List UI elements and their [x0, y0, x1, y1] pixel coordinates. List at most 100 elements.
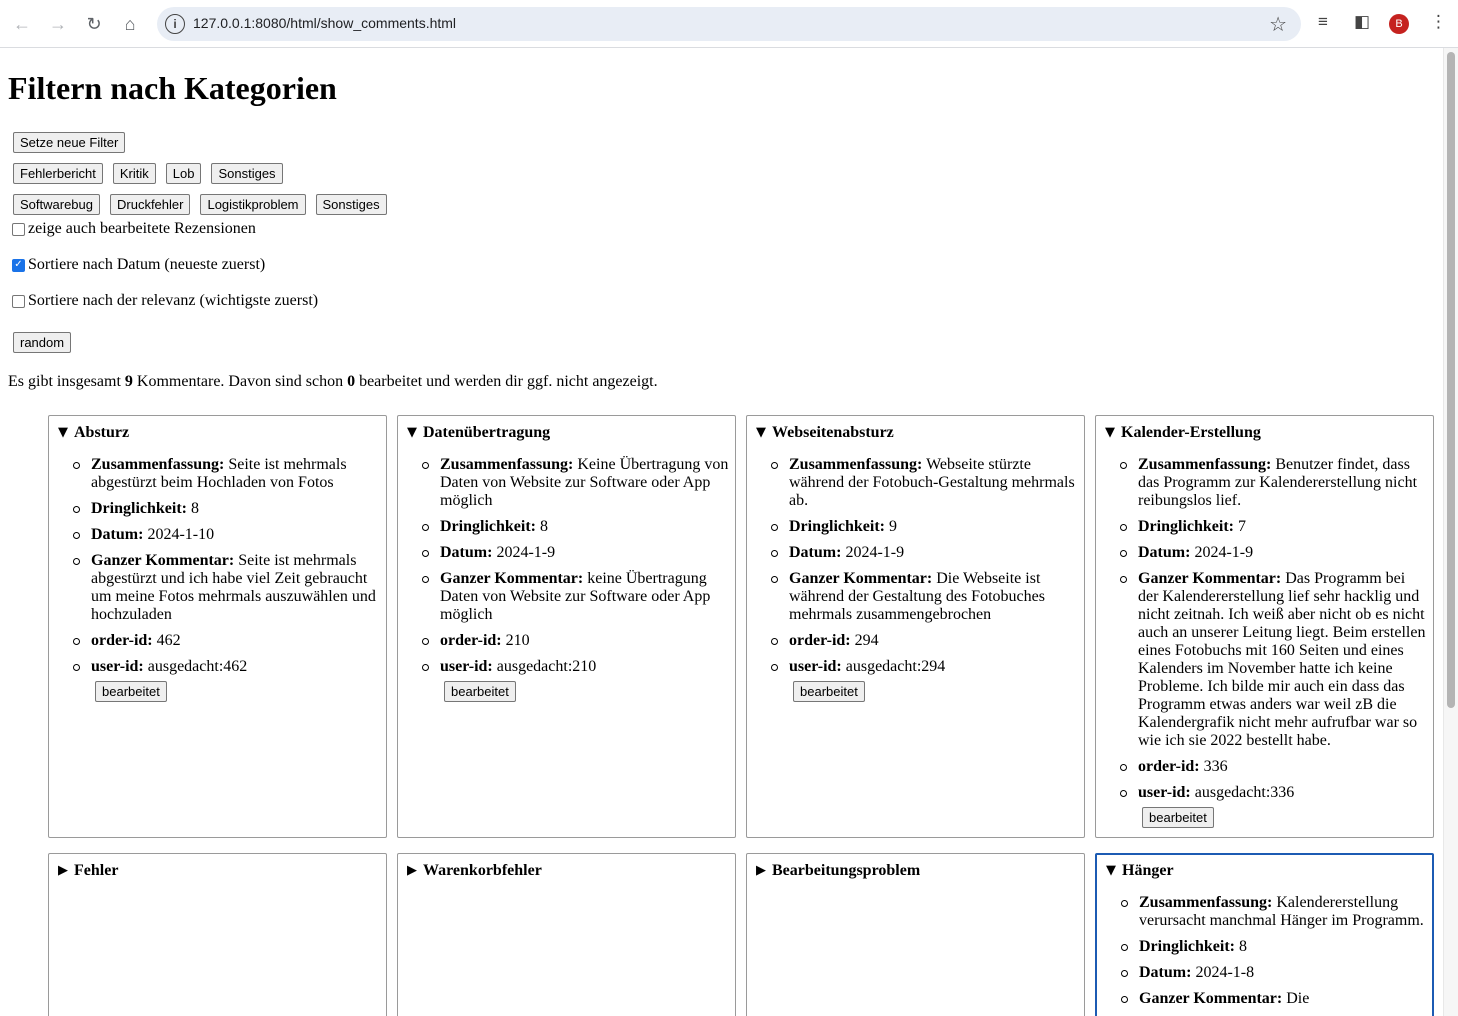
- card-order-id-item: order-id: 294: [771, 632, 1084, 650]
- card-urgency-item: Dringlichkeit: 9: [771, 518, 1084, 536]
- card-title: Hänger: [1122, 862, 1174, 879]
- summary-text-3: bearbeitet und werden dir ggf. nicht ang…: [355, 373, 658, 390]
- subcategory-button-druckfehler[interactable]: Druckfehler: [110, 194, 191, 215]
- user-id-label: user-id:: [1138, 784, 1191, 801]
- show-edited-option: zeige auch bearbeitete Rezensionen: [8, 220, 1435, 238]
- card-full-comment-item: Ganzer Kommentar: Die Webseite ist währe…: [771, 570, 1084, 624]
- order-id-label: order-id:: [789, 632, 851, 649]
- date-label: Datum:: [440, 544, 493, 561]
- sort-relevance-checkbox[interactable]: [12, 294, 25, 308]
- card-summary-item: Zusammenfassung: Benutzer findet, dass d…: [1120, 456, 1433, 510]
- mark-edited-button[interactable]: bearbeitet: [793, 681, 865, 703]
- forward-arrow-icon[interactable]: →: [44, 10, 72, 38]
- comment-card: ▼ Hänger Zusammenfassung: Kalendererstell…: [1095, 853, 1434, 1016]
- page-title: Filtern nach Kategorien: [8, 70, 337, 106]
- order-id-label: order-id:: [1138, 758, 1200, 775]
- page-scrollbar[interactable]: [1443, 48, 1458, 1016]
- card-details-list: Zusammenfassung: Benutzer findet, dass d…: [1096, 456, 1433, 802]
- urgency-value: 8: [540, 518, 548, 535]
- card-user-id-item: user-id: ausgedacht:462: [73, 658, 386, 676]
- card-summary-toggle[interactable]: ▼ Hänger: [1106, 862, 1432, 880]
- urgency-label: Dringlichkeit:: [789, 518, 885, 535]
- card-full-comment-item: Ganzer Kommentar: Seite ist mehrmals abg…: [73, 552, 386, 624]
- date-label: Datum:: [789, 544, 842, 561]
- mark-edited-button[interactable]: bearbeitet: [444, 681, 516, 703]
- user-id-value: ausgedacht:336: [1194, 784, 1295, 801]
- card-date-item: Datum: 2024-1-8: [1121, 964, 1432, 982]
- card-title: Datenübertragung: [423, 424, 551, 441]
- card-date-item: Datum: 2024-1-9: [1120, 544, 1433, 562]
- urgency-value: 8: [1239, 938, 1247, 955]
- card-summary-item: Zusammenfassung: Kalendererstellung veru…: [1121, 894, 1432, 930]
- card-full-comment-item: Ganzer Kommentar: Das Programm bei der K…: [1120, 570, 1433, 750]
- category-button-fehlerbericht[interactable]: Fehlerbericht: [13, 163, 103, 184]
- kebab-menu-icon[interactable]: ⋮: [1430, 12, 1447, 32]
- category-button-sonstiges[interactable]: Sonstiges: [211, 163, 283, 184]
- subcategory-button-logistikproblem[interactable]: Logistikproblem: [200, 194, 306, 215]
- side-panel-icon[interactable]: ◧: [1354, 12, 1370, 32]
- summary-text-2: Kommentare. Davon sind schon: [132, 373, 348, 390]
- card-summary-toggle[interactable]: ▼ Webseitenabsturz: [756, 424, 1084, 442]
- date-value: 2024-1-10: [147, 526, 215, 543]
- order-id-label: order-id:: [440, 632, 502, 649]
- show-edited-label: zeige auch bearbeitete Rezensionen: [28, 220, 256, 237]
- show-edited-checkbox[interactable]: [12, 222, 25, 236]
- mark-edited-button[interactable]: bearbeitet: [1142, 807, 1214, 829]
- date-value: 2024-1-9: [496, 544, 556, 561]
- card-details-list: Zusammenfassung: Keine Übertragung von D…: [398, 456, 735, 676]
- home-icon[interactable]: ⌂: [116, 10, 144, 38]
- comment-card: ▼ Absturz Zusammenfassung: Seite ist mehr…: [48, 415, 387, 838]
- urgency-value: 8: [191, 500, 199, 517]
- card-summary-toggle[interactable]: ▼ Absturz: [58, 424, 386, 442]
- scrollbar-thumb[interactable]: [1447, 52, 1455, 708]
- category-button-kritik[interactable]: Kritik: [112, 163, 156, 184]
- expanded-triangle-icon: ▼: [1105, 425, 1115, 440]
- card-user-id-item: user-id: ausgedacht:210: [422, 658, 735, 676]
- full-comment-label: Ganzer Kommentar:: [789, 570, 933, 587]
- summary-label: Zusammenfassung:: [1138, 456, 1272, 473]
- card-summary-toggle[interactable]: ▼ Datenübertragung: [407, 424, 735, 442]
- comment-card: ▶ Fehler: [48, 853, 387, 1016]
- summary-label: Zusammenfassung:: [440, 456, 574, 473]
- card-summary-toggle[interactable]: ▼ Kalender-Erstellung: [1105, 424, 1433, 442]
- urgency-value: 9: [889, 518, 897, 535]
- collapsed-triangle-icon: ▶: [58, 863, 68, 878]
- site-info-icon[interactable]: i: [165, 14, 185, 34]
- user-id-value: ausgedacht:210: [496, 658, 597, 675]
- sort-date-checkbox[interactable]: ✓: [12, 258, 25, 272]
- urgency-value: 7: [1238, 518, 1246, 535]
- random-row: random: [8, 332, 1435, 353]
- comment-card: ▶ Warenkorbfehler: [397, 853, 736, 1016]
- card-summary-toggle[interactable]: ▶ Warenkorbfehler: [407, 862, 735, 880]
- card-summary-toggle[interactable]: ▶ Bearbeitungsproblem: [756, 862, 1084, 880]
- category-button-lob[interactable]: Lob: [165, 163, 202, 184]
- profile-avatar[interactable]: B: [1389, 14, 1409, 34]
- back-arrow-icon[interactable]: ←: [8, 10, 36, 38]
- bookmark-star-icon[interactable]: ☆: [1269, 12, 1287, 37]
- subcategory-button-softwarebug[interactable]: Softwarebug: [13, 194, 100, 215]
- card-title: Bearbeitungsproblem: [772, 862, 921, 879]
- reload-icon[interactable]: ↻: [80, 10, 108, 38]
- card-order-id-item: order-id: 210: [422, 632, 735, 650]
- media-controls-icon[interactable]: ≡: [1318, 12, 1328, 32]
- card-details-list: Zusammenfassung: Kalendererstellung veru…: [1097, 894, 1432, 1008]
- sort-date-label: Sortiere nach Datum (neueste zuerst): [28, 256, 266, 273]
- comment-card: ▶ Bearbeitungsproblem: [746, 853, 1085, 1016]
- urgency-label: Dringlichkeit:: [440, 518, 536, 535]
- card-summary-toggle[interactable]: ▶ Fehler: [58, 862, 386, 880]
- url-text[interactable]: 127.0.0.1:8080/html/show_comments.html: [193, 15, 456, 31]
- full-comment-label: Ganzer Kommentar:: [91, 552, 235, 569]
- page-content: Filtern nach Kategorien Setze neue Filte…: [0, 48, 1443, 1016]
- summary-text-1: Es gibt insgesamt: [8, 373, 125, 390]
- card-summary-item: Zusammenfassung: Webseite stürzte währen…: [771, 456, 1084, 510]
- collapsed-triangle-icon: ▶: [407, 863, 417, 878]
- card-title: Absturz: [74, 424, 130, 441]
- card-details-list: Zusammenfassung: Webseite stürzte währen…: [747, 456, 1084, 676]
- mark-edited-button[interactable]: bearbeitet: [95, 681, 167, 703]
- subcategory-button-sonstiges[interactable]: Sonstiges: [315, 194, 387, 215]
- address-bar[interactable]: i 127.0.0.1:8080/html/show_comments.html…: [157, 7, 1301, 41]
- set-new-filter-button[interactable]: Setze neue Filter: [13, 132, 126, 153]
- user-id-value: ausgedacht:294: [845, 658, 946, 675]
- random-button[interactable]: random: [13, 332, 72, 353]
- date-label: Datum:: [1138, 544, 1191, 561]
